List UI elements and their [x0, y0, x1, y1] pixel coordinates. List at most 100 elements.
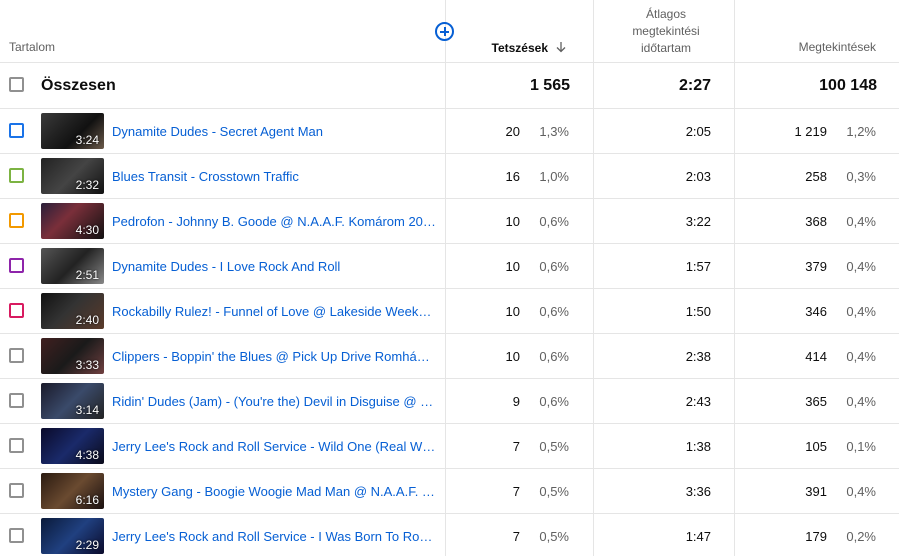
avg-watch-duration: 1:57 — [685, 259, 711, 274]
video-duration: 3:14 — [75, 403, 99, 417]
avg-watch-duration: 2:43 — [685, 394, 711, 409]
likes-count: 10 — [505, 304, 520, 319]
video-duration: 2:32 — [75, 178, 99, 192]
video-title-link[interactable]: Pedrofon - Johnny B. Goode @ N.A.A.F. Ko… — [112, 213, 436, 230]
sort-down-arrow-icon — [556, 42, 566, 53]
views-percent: 0,4% — [846, 349, 876, 364]
likes-count: 16 — [505, 169, 520, 184]
views-percent: 0,1% — [846, 439, 876, 454]
video-title-link[interactable]: Ridin' Dudes (Jam) - (You're the) Devil … — [112, 393, 436, 410]
avg-watch-duration: 2:03 — [685, 169, 711, 184]
views-count: 1 219 — [794, 124, 827, 139]
table-row[interactable]: 2:51 Dynamite Dudes - I Love Rock And Rol… — [0, 244, 899, 289]
row-checkbox[interactable] — [9, 258, 24, 273]
row-checkbox[interactable] — [9, 483, 24, 498]
video-thumbnail[interactable]: 3:14 — [41, 383, 104, 419]
row-checkbox[interactable] — [9, 348, 24, 363]
views-count: 368 — [805, 214, 827, 229]
table-row[interactable]: 3:14 Ridin' Dudes (Jam) - (You're the) De… — [0, 379, 899, 424]
likes-percent: 0,6% — [539, 259, 569, 274]
views-count: 179 — [805, 529, 827, 544]
avg-watch-duration: 2:05 — [685, 124, 711, 139]
row-checkbox[interactable] — [9, 213, 24, 228]
video-title-link[interactable]: Jerry Lee's Rock and Roll Service - Wild… — [112, 438, 436, 455]
avg-watch-duration: 1:47 — [685, 529, 711, 544]
video-title-link[interactable]: Dynamite Dudes - I Love Rock And Roll — [112, 258, 436, 275]
table-row[interactable]: 3:24 Dynamite Dudes - Secret Agent Man 20 1… — [0, 109, 899, 154]
avg-watch-duration: 2:38 — [685, 349, 711, 364]
table-row[interactable]: 4:38 Jerry Lee's Rock and Roll Service - … — [0, 424, 899, 469]
video-title-link[interactable]: Blues Transit - Crosstown Traffic — [112, 168, 436, 185]
likes-percent: 0,6% — [539, 214, 569, 229]
column-header-likes[interactable]: Tetszések — [470, 39, 570, 55]
video-title-link[interactable]: Mystery Gang - Boogie Woogie Mad Man @ N… — [112, 483, 436, 500]
views-count: 105 — [805, 439, 827, 454]
row-checkbox[interactable] — [9, 438, 24, 453]
likes-percent: 1,3% — [539, 124, 569, 139]
views-count: 379 — [805, 259, 827, 274]
likes-percent: 0,5% — [539, 484, 569, 499]
likes-count: 20 — [505, 124, 520, 139]
likes-count: 7 — [512, 484, 520, 499]
row-checkbox[interactable] — [9, 168, 24, 183]
video-thumbnail[interactable]: 2:51 — [41, 248, 104, 284]
video-duration: 4:30 — [75, 223, 99, 237]
video-thumbnail[interactable]: 4:30 — [41, 203, 104, 239]
video-thumbnail[interactable]: 2:29 — [41, 518, 104, 554]
views-count: 346 — [805, 304, 827, 319]
row-checkbox[interactable] — [9, 393, 24, 408]
likes-percent: 0,6% — [539, 394, 569, 409]
video-duration: 2:29 — [75, 538, 99, 552]
totals-likes: 1 565 — [529, 77, 570, 94]
video-duration: 2:51 — [75, 268, 99, 282]
select-all-checkbox[interactable] — [9, 77, 24, 92]
totals-avg-watch: 2:27 — [678, 77, 711, 94]
likes-percent: 0,5% — [539, 529, 569, 544]
likes-count: 10 — [505, 259, 520, 274]
views-count: 258 — [805, 169, 827, 184]
likes-count: 9 — [512, 394, 520, 409]
views-percent: 0,2% — [846, 529, 876, 544]
video-thumbnail[interactable]: 6:16 — [41, 473, 104, 509]
video-duration: 3:33 — [75, 358, 99, 372]
avg-watch-duration: 1:50 — [685, 304, 711, 319]
likes-count: 10 — [505, 214, 520, 229]
video-title-link[interactable]: Clippers - Boppin' the Blues @ Pick Up D… — [112, 348, 436, 365]
views-percent: 0,4% — [846, 304, 876, 319]
table-row[interactable]: 4:30 Pedrofon - Johnny B. Goode @ N.A.A.F… — [0, 199, 899, 244]
add-metric-button[interactable] — [435, 22, 454, 41]
totals-label: Összesen — [41, 77, 116, 94]
avg-watch-duration: 3:22 — [685, 214, 711, 229]
video-thumbnail[interactable]: 3:24 — [41, 113, 104, 149]
views-count: 391 — [805, 484, 827, 499]
row-checkbox[interactable] — [9, 528, 24, 543]
views-count: 365 — [805, 394, 827, 409]
video-thumbnail[interactable]: 2:40 — [41, 293, 104, 329]
likes-count: 7 — [512, 439, 520, 454]
likes-percent: 0,6% — [539, 349, 569, 364]
table-row[interactable]: 3:33 Clippers - Boppin' the Blues @ Pick … — [0, 334, 899, 379]
video-title-link[interactable]: Jerry Lee's Rock and Roll Service - I Wa… — [112, 528, 436, 545]
video-title-link[interactable]: Rockabilly Rulez! - Funnel of Love @ Lak… — [112, 303, 436, 320]
totals-views: 100 148 — [819, 77, 877, 94]
avg-watch-duration: 1:38 — [685, 439, 711, 454]
views-percent: 1,2% — [846, 124, 876, 139]
views-percent: 0,4% — [846, 214, 876, 229]
avg-watch-duration: 3:36 — [685, 484, 711, 499]
video-duration: 3:24 — [75, 133, 99, 147]
views-percent: 0,4% — [846, 259, 876, 274]
row-checkbox[interactable] — [9, 123, 24, 138]
video-thumbnail[interactable]: 4:38 — [41, 428, 104, 464]
table-row[interactable]: 2:32 Blues Transit - Crosstown Traffic 16 1… — [0, 154, 899, 199]
column-header-views[interactable]: Megtekintések — [760, 39, 876, 55]
column-header-avg-watch[interactable]: Átlagos megtekintési időtartam — [594, 6, 738, 57]
table-row[interactable]: 2:40 Rockabilly Rulez! - Funnel of Love @… — [0, 289, 899, 334]
row-checkbox[interactable] — [9, 303, 24, 318]
table-row[interactable]: 6:16 Mystery Gang - Boogie Woogie Mad Man… — [0, 469, 899, 514]
table-row[interactable]: 2:29 Jerry Lee's Rock and Roll Service - … — [0, 514, 899, 559]
video-title-link[interactable]: Dynamite Dudes - Secret Agent Man — [112, 123, 436, 140]
likes-percent: 0,6% — [539, 304, 569, 319]
video-thumbnail[interactable]: 3:33 — [41, 338, 104, 374]
likes-percent: 1,0% — [539, 169, 569, 184]
video-thumbnail[interactable]: 2:32 — [41, 158, 104, 194]
